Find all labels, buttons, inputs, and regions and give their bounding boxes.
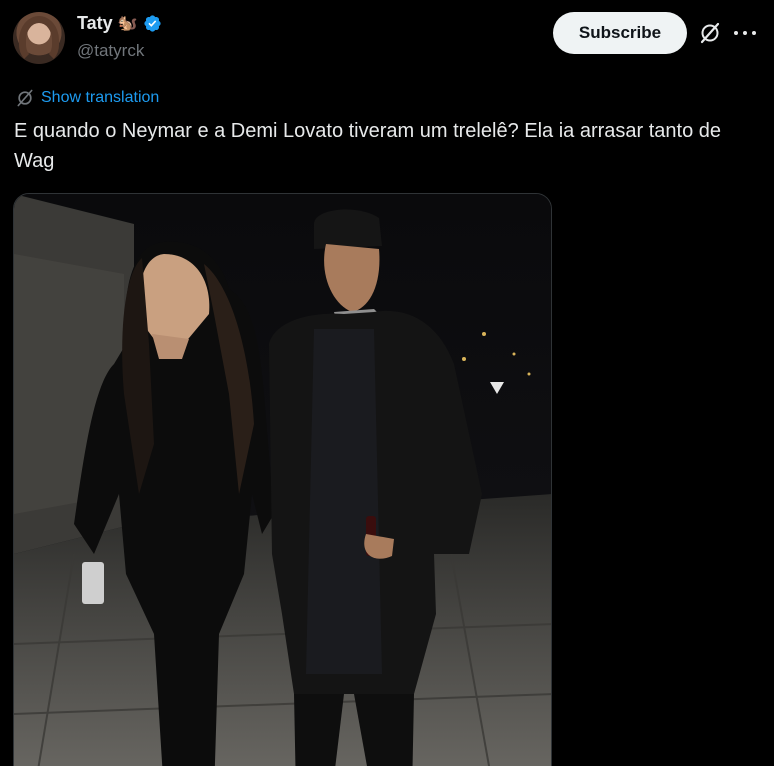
grok-icon[interactable] (698, 21, 722, 45)
tweet-header: Taty 🐿️ @tatyrck Subscribe (0, 0, 774, 80)
verified-badge-icon[interactable] (143, 14, 162, 33)
subscribe-button[interactable]: Subscribe (553, 12, 687, 54)
translate-icon (17, 89, 33, 107)
author-handle[interactable]: @tatyrck (77, 41, 144, 61)
tweet-photo[interactable] (13, 193, 552, 766)
author-name[interactable]: Taty (77, 13, 113, 34)
more-options-icon[interactable] (734, 22, 756, 44)
squirrel-emoji-icon: 🐿️ (117, 14, 138, 32)
tweet-text: E quando o Neymar e a Demi Lovato tivera… (14, 120, 722, 172)
avatar[interactable] (13, 12, 65, 64)
translation-row: Show translation (15, 88, 159, 108)
show-translation-link[interactable]: Show translation (41, 89, 159, 107)
author-name-row: Taty 🐿️ (77, 13, 162, 34)
